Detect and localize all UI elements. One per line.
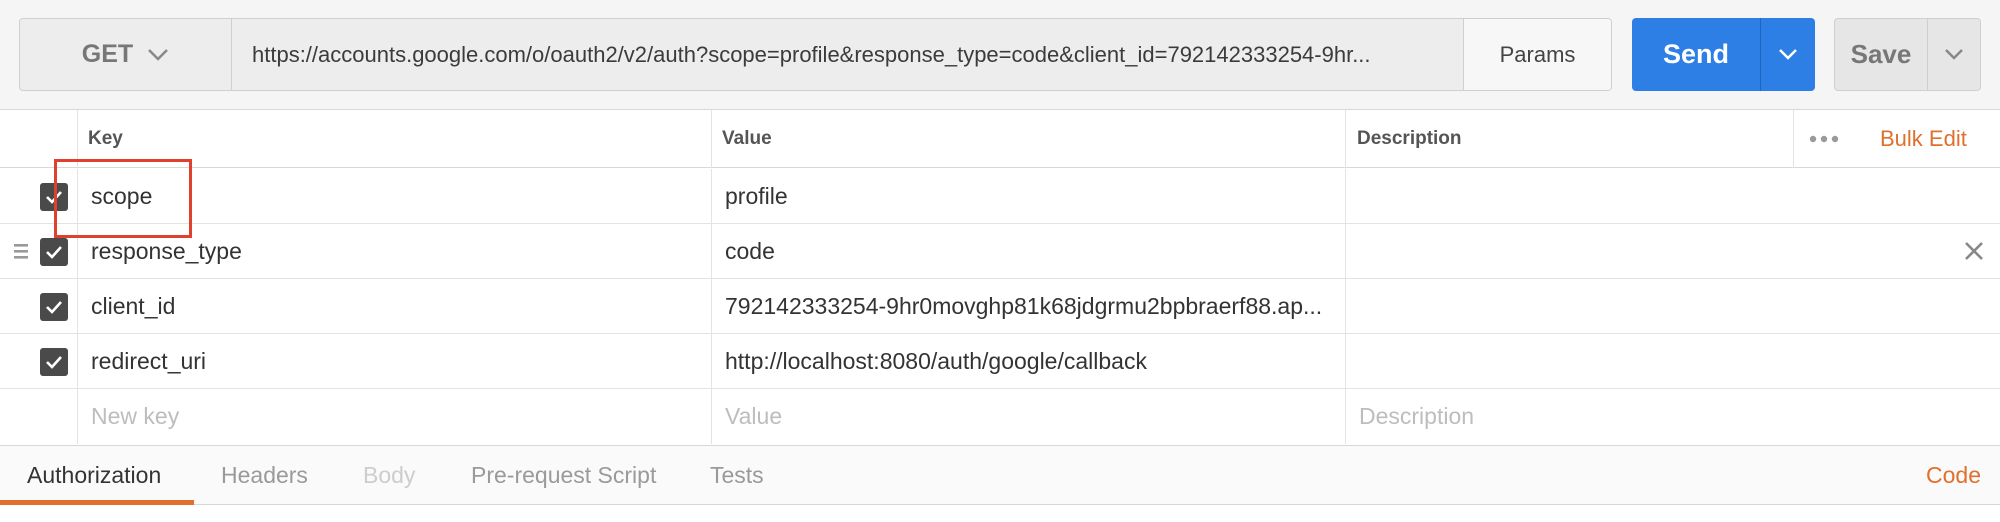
- description-cell[interactable]: [1359, 334, 1949, 388]
- new-description-placeholder: Description: [1359, 403, 1475, 429]
- row-checkbox[interactable]: [40, 348, 68, 376]
- url-input[interactable]: https://accounts.google.com/o/oauth2/v2/…: [232, 19, 1463, 90]
- column-divider: [77, 334, 78, 388]
- new-value-placeholder: Value: [725, 403, 783, 429]
- column-divider: [1793, 110, 1794, 168]
- row-checkbox[interactable]: [40, 183, 68, 211]
- key-text: client_id: [91, 292, 176, 319]
- chevron-down-icon: [1945, 49, 1963, 60]
- value-cell[interactable]: 792142333254-9hr0movghp81k68jdgrmu2bpbra…: [725, 279, 1335, 333]
- column-divider: [711, 224, 712, 278]
- column-divider: [77, 279, 78, 333]
- key-cell[interactable]: client_id: [91, 279, 701, 333]
- value-text: http://localhost:8080/auth/google/callba…: [725, 347, 1147, 374]
- description-cell[interactable]: [1359, 224, 1949, 278]
- row-checkbox[interactable]: [40, 293, 68, 321]
- checkmark-icon: [46, 356, 62, 369]
- bulk-edit-link[interactable]: Bulk Edit: [1880, 110, 1967, 168]
- send-button[interactable]: Send: [1632, 18, 1760, 91]
- key-cell[interactable]: redirect_uri: [91, 334, 701, 388]
- request-bar: GET https://accounts.google.com/o/oauth2…: [0, 0, 2000, 110]
- column-divider: [77, 169, 78, 223]
- value-text: profile: [725, 182, 788, 209]
- params-label: Params: [1499, 41, 1576, 67]
- table-row: scope profile: [0, 169, 2000, 224]
- method-select[interactable]: GET: [20, 19, 232, 90]
- table-row: client_id 792142333254-9hr0movghp81k68jd…: [0, 279, 2000, 334]
- key-text: scope: [91, 182, 153, 209]
- more-dots-icon[interactable]: [1808, 132, 1840, 146]
- chevron-down-icon: [148, 48, 169, 61]
- header-description: Description: [1357, 128, 1462, 149]
- save-button[interactable]: Save: [1835, 19, 1927, 90]
- description-cell[interactable]: [1359, 279, 1949, 333]
- table-header: Key Value Description Bulk Edit: [0, 110, 2000, 168]
- value-cell[interactable]: code: [725, 224, 1335, 278]
- value-cell[interactable]: http://localhost:8080/auth/google/callba…: [725, 334, 1335, 388]
- save-dropdown-button[interactable]: [1927, 19, 1980, 90]
- new-param-row: New key Value Description: [0, 389, 2000, 444]
- url-text: https://accounts.google.com/o/oauth2/v2/…: [252, 41, 1371, 67]
- column-divider: [1345, 224, 1346, 278]
- column-divider: [711, 334, 712, 388]
- value-cell[interactable]: profile: [725, 169, 1335, 223]
- checkmark-icon: [46, 246, 62, 259]
- url-input-group: GET https://accounts.google.com/o/oauth2…: [19, 18, 1612, 91]
- drag-handle-icon[interactable]: [14, 243, 28, 260]
- description-cell[interactable]: [1359, 169, 1949, 223]
- chevron-down-icon: [1779, 49, 1797, 60]
- table-row: response_type code: [0, 224, 2000, 279]
- new-value-input[interactable]: Value: [725, 389, 1335, 444]
- tab-pre-request-script[interactable]: Pre-request Script: [471, 446, 656, 504]
- send-button-group: Send: [1632, 18, 1815, 91]
- key-text: response_type: [91, 237, 242, 264]
- column-divider: [711, 110, 712, 168]
- new-description-input[interactable]: Description: [1359, 389, 1949, 444]
- column-divider: [77, 224, 78, 278]
- code-link[interactable]: Code: [1926, 446, 1981, 504]
- method-label: GET: [81, 40, 134, 68]
- params-table: Key Value Description Bulk Edit scope pr…: [0, 110, 2000, 445]
- column-divider: [711, 169, 712, 223]
- column-divider: [77, 110, 78, 168]
- column-divider: [1345, 334, 1346, 388]
- key-cell[interactable]: scope: [91, 169, 701, 223]
- tab-body[interactable]: Body: [363, 446, 415, 504]
- column-divider: [1345, 110, 1346, 168]
- new-key-placeholder: New key: [91, 403, 180, 429]
- value-text: 792142333254-9hr0movghp81k68jdgrmu2bpbra…: [725, 292, 1323, 319]
- column-divider: [711, 279, 712, 333]
- new-key-input[interactable]: New key: [91, 389, 701, 444]
- save-label: Save: [1850, 39, 1912, 69]
- close-icon[interactable]: [1962, 239, 1986, 263]
- save-button-group: Save: [1834, 18, 1981, 91]
- request-tabs: Authorization Headers Body Pre-request S…: [0, 445, 2000, 505]
- key-text: redirect_uri: [91, 347, 207, 374]
- key-cell[interactable]: response_type: [91, 224, 701, 278]
- row-checkbox[interactable]: [40, 238, 68, 266]
- header-value: Value: [722, 128, 772, 149]
- column-divider: [1345, 279, 1346, 333]
- params-button[interactable]: Params: [1463, 19, 1611, 90]
- tab-headers[interactable]: Headers: [221, 446, 308, 504]
- header-key: Key: [88, 128, 123, 149]
- checkmark-icon: [46, 301, 62, 314]
- column-divider: [1345, 169, 1346, 223]
- value-text: code: [725, 237, 775, 264]
- column-divider: [711, 389, 712, 444]
- send-dropdown-button[interactable]: [1760, 18, 1815, 91]
- column-divider: [1345, 389, 1346, 444]
- tab-tests[interactable]: Tests: [710, 446, 764, 504]
- send-label: Send: [1662, 39, 1729, 69]
- active-tab-indicator: [0, 500, 194, 505]
- checkmark-icon: [46, 191, 62, 204]
- tab-authorization[interactable]: Authorization: [27, 446, 161, 504]
- column-divider: [77, 389, 78, 444]
- table-row: redirect_uri http://localhost:8080/auth/…: [0, 334, 2000, 389]
